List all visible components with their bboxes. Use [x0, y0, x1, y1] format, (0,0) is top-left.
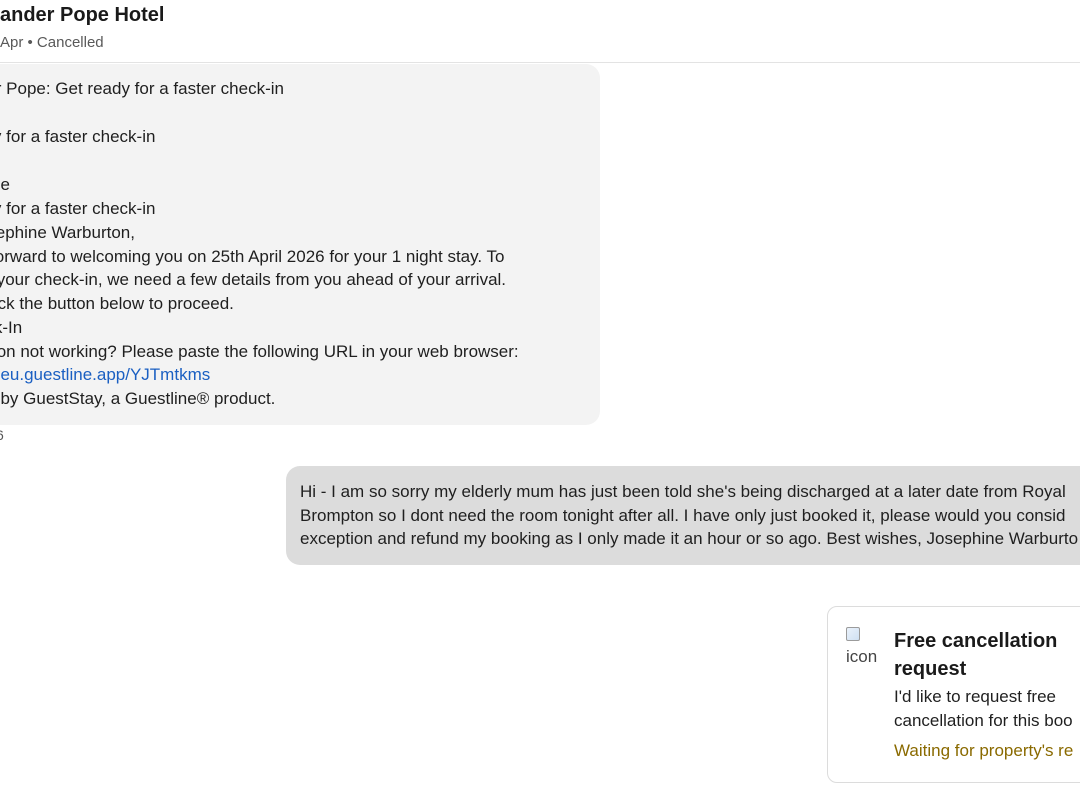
- booking-status-subtitle: Apr • Cancelled: [0, 34, 104, 51]
- message-line: Brompton so I dont need the room tonight…: [300, 506, 1066, 525]
- message-line: ease click the button below to proceed.: [0, 294, 234, 313]
- card-title: Free cancellation request: [894, 627, 1080, 683]
- conversation-header: ander Pope Hotel Apr • Cancelled: [0, 0, 1080, 63]
- checkin-url-link[interactable]: tps://url.eu.guestline.app/YJTmtkms: [0, 364, 210, 386]
- icon-alt-text: icon: [846, 647, 878, 666]
- message-line: Hi - I am so sorry my elderly mum has ju…: [300, 482, 1066, 501]
- card-title-line: Free cancellation: [894, 630, 1058, 652]
- message-line: eed up your check-in, we need a few deta…: [0, 270, 507, 289]
- hotel-name-title: ander Pope Hotel: [0, 4, 165, 26]
- broken-image-icon: icon: [846, 627, 880, 669]
- cancellation-request-card[interactable]: icon Free cancellation request I'd like …: [827, 606, 1080, 783]
- card-description-line: I'd like to request free: [894, 687, 1056, 706]
- card-description: I'd like to request free cancellation fo…: [894, 685, 1080, 733]
- card-description-line: cancellation for this boo: [894, 711, 1073, 730]
- message-line: et ready for a faster check-in: [0, 127, 156, 146]
- message-timestamp: 6: [0, 427, 4, 443]
- card-title-line: request: [894, 658, 967, 680]
- message-line: go image: [0, 175, 10, 194]
- message-line: e look forward to welcoming you on 25th …: [0, 247, 505, 266]
- message-line: et ready for a faster check-in: [0, 199, 156, 218]
- message-line: owered by GuestStay, a Guestline® produc…: [0, 389, 276, 408]
- message-line: e Check-In: [0, 318, 23, 337]
- message-line: ear Josephine Warburton,: [0, 223, 135, 242]
- incoming-message-bubble: exander Pope: Get ready for a faster che…: [0, 64, 600, 425]
- outgoing-message-bubble: Hi - I am so sorry my elderly mum has ju…: [286, 466, 1080, 565]
- message-line: exception and refund my booking as I onl…: [300, 529, 1079, 548]
- message-line: exander Pope: Get ready for a faster che…: [0, 79, 284, 98]
- message-line: the button not working? Please paste the…: [0, 342, 519, 361]
- card-status-text: Waiting for property's re: [894, 741, 1074, 760]
